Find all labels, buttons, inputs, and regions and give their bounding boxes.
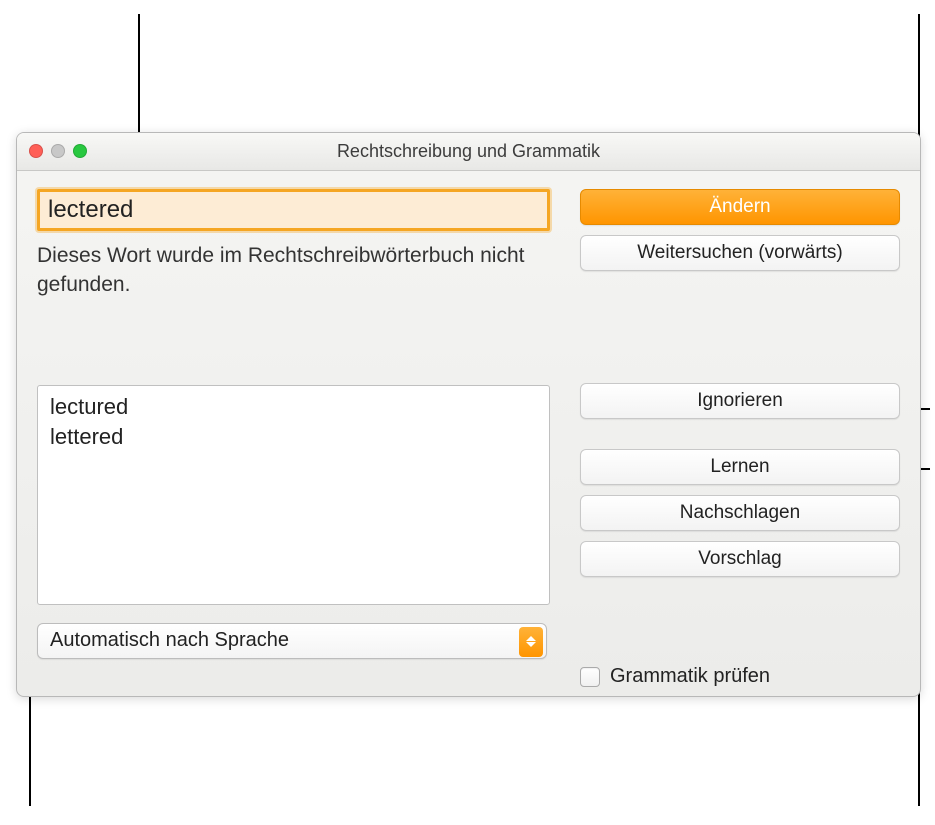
window-controls — [29, 144, 87, 158]
spacer — [580, 281, 900, 373]
ignore-button[interactable]: Ignorieren — [580, 383, 900, 419]
spacer — [580, 429, 900, 439]
callout-line-top-left — [138, 14, 140, 144]
status-message: Dieses Wort wurde im Rechtschreibwörterb… — [37, 241, 550, 300]
suggest-button[interactable]: Vorschlag — [580, 541, 900, 577]
change-button[interactable]: Ändern — [580, 189, 900, 225]
left-column: Dieses Wort wurde im Rechtschreibwörterb… — [37, 189, 550, 688]
learn-button[interactable]: Lernen — [580, 449, 900, 485]
grammar-check-row: Grammatik prüfen — [580, 665, 900, 688]
titlebar: Rechtschreibung und Grammatik — [17, 133, 920, 171]
suggestion-item[interactable]: lettered — [38, 422, 549, 452]
find-next-button[interactable]: Weitersuchen (vorwärts) — [580, 235, 900, 271]
updown-arrows-icon — [519, 627, 543, 657]
suggestions-list[interactable]: lectured lettered — [37, 385, 550, 605]
minimize-icon[interactable] — [51, 144, 65, 158]
maximize-icon[interactable] — [73, 144, 87, 158]
spelling-grammar-window: Rechtschreibung und Grammatik Dieses Wor… — [16, 132, 921, 697]
grammar-checkbox-label: Grammatik prüfen — [610, 665, 770, 688]
content-area: Dieses Wort wurde im Rechtschreibwörterb… — [17, 171, 920, 697]
close-icon[interactable] — [29, 144, 43, 158]
lookup-button[interactable]: Nachschlagen — [580, 495, 900, 531]
right-column: Ändern Weitersuchen (vorwärts) Ignoriere… — [580, 189, 900, 688]
window-title: Rechtschreibung und Grammatik — [337, 141, 600, 162]
language-select[interactable]: Automatisch nach Sprache — [37, 623, 547, 659]
suggestion-item[interactable]: lectured — [38, 392, 549, 422]
misspelled-word-input[interactable] — [37, 189, 550, 231]
language-select-value: Automatisch nach Sprache — [50, 629, 289, 652]
grammar-checkbox[interactable] — [580, 667, 600, 687]
